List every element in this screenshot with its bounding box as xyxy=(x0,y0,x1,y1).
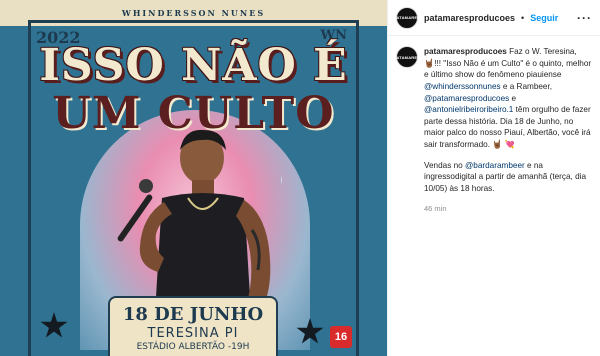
post-caption: patamaresproducoes Faz o W. Teresina, 🤘🏾… xyxy=(424,46,592,213)
event-details-panel: 18 DE JUNHO TERESINA PI ESTÁDIO ALBERTÃO… xyxy=(108,296,278,356)
event-date: 18 DE JUNHO xyxy=(122,304,264,325)
caption-text-2a: Vendas no xyxy=(424,160,463,170)
caption-username[interactable]: patamaresproducoes xyxy=(424,47,507,56)
mention-bardarambeer[interactable]: @bardarambeer xyxy=(465,161,525,170)
caption-avatar-logo: PATAMARES xyxy=(393,54,421,60)
mention-whinderssonnunes[interactable]: @whinderssonnunes xyxy=(424,82,501,91)
follow-button[interactable]: Seguir xyxy=(530,13,558,23)
post-sidebar: PATAMARES patamaresproducoes • Seguir ··… xyxy=(387,0,600,356)
caption-text-1b: e a Rambeer, xyxy=(502,81,553,91)
header-username[interactable]: patamaresproducoes xyxy=(424,13,515,23)
avatar-logo: PATAMARES xyxy=(393,15,421,20)
poster-brand: WHINDERSSON NUNES xyxy=(121,8,266,18)
caption-paragraph-1: patamaresproducoes Faz o W. Teresina, 🤘🏾… xyxy=(424,46,592,151)
caption-avatar[interactable]: PATAMARES xyxy=(393,46,421,68)
mention-patamaresproducoes[interactable]: @patamaresproducoes xyxy=(424,94,509,103)
post-header: PATAMARES patamaresproducoes • Seguir ··… xyxy=(388,0,600,36)
post-timestamp[interactable]: 46 min xyxy=(424,204,592,213)
mention-antonielribeiroribeiro[interactable]: @antonielribeiroribeiro.1 xyxy=(424,105,513,114)
separator-dot: • xyxy=(521,12,525,23)
caption-text-1c: e xyxy=(511,93,517,103)
post-image[interactable]: WHINDERSSON NUNES 2022 WN ISSO NÃO É UM … xyxy=(0,0,387,356)
age-rating-badge: 16 xyxy=(330,326,352,348)
poster-title-line1: ISSO NÃO É xyxy=(39,40,348,91)
caption-paragraph-2: Vendas no @bardarambeer e na ingressodig… xyxy=(424,160,592,195)
avatar[interactable]: PATAMARES xyxy=(393,6,421,29)
event-city: TERESINA PI xyxy=(147,326,239,341)
event-venue: ESTÁDIO ALBERTÃO -19H xyxy=(136,342,250,352)
caption-row: PATAMARES patamaresproducoes Faz o W. Te… xyxy=(388,36,600,213)
more-options-icon[interactable]: ··· xyxy=(577,11,592,25)
